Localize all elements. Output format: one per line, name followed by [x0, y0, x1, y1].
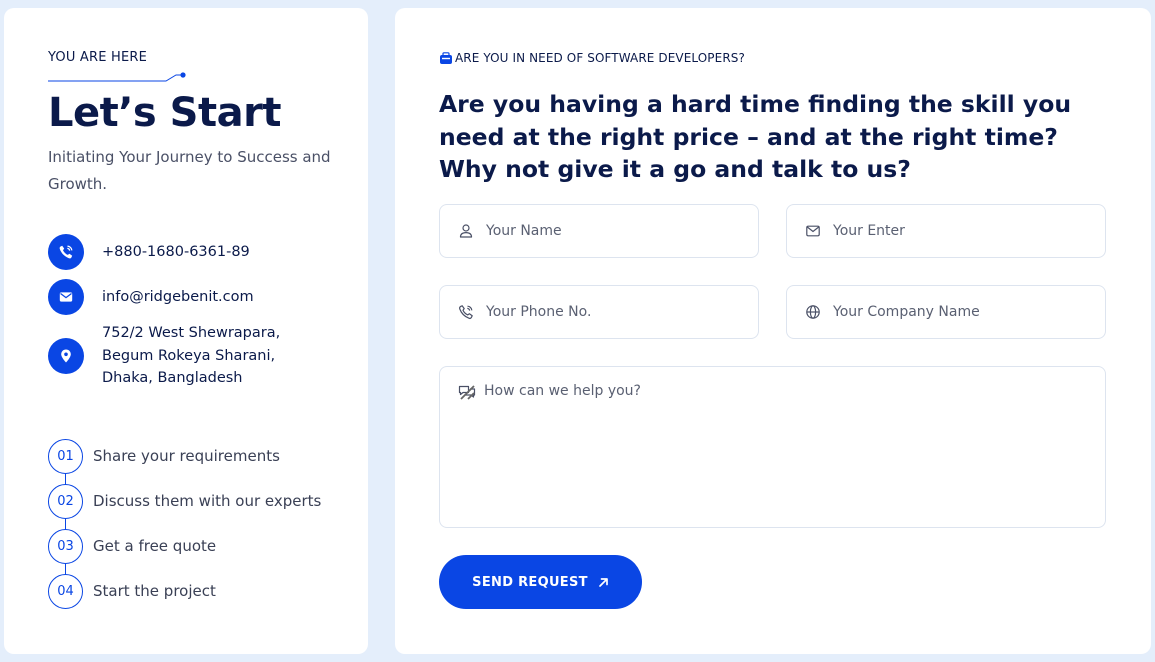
contact-email-text: info@ridgebenit.com [102, 288, 254, 305]
email-input[interactable] [833, 223, 1073, 239]
process-steps: 01 Share your requirements 02 Discuss th… [48, 438, 321, 618]
name-field[interactable] [439, 204, 759, 258]
section-tag-label: ARE YOU IN NEED OF SOFTWARE DEVELOPERS? [455, 51, 745, 65]
page-title: Let’s Start [48, 90, 281, 136]
contact-email[interactable]: info@ridgebenit.com [48, 279, 254, 315]
step-item: 01 Share your requirements [48, 438, 321, 474]
message-field[interactable] [439, 366, 1106, 528]
step-label: Discuss them with our experts [93, 492, 322, 510]
email-field[interactable] [786, 204, 1106, 258]
step-item: 02 Discuss them with our experts [48, 483, 321, 519]
page-subtitle: Initiating Your Journey to Success and G… [48, 148, 331, 193]
section-tag: ARE YOU IN NEED OF SOFTWARE DEVELOPERS? [439, 51, 745, 65]
contact-phone[interactable]: +880-1680-6361-89 [48, 234, 250, 270]
mail-icon [48, 279, 84, 315]
breadcrumb: YOU ARE HERE [48, 50, 186, 82]
name-input[interactable] [486, 223, 726, 239]
step-item: 03 Get a free quote [48, 528, 321, 564]
contact-address: 752/2 West Shewrapara, Begum Rokeya Shar… [48, 322, 280, 390]
breadcrumb-label: YOU ARE HERE [48, 50, 148, 65]
arrow-up-right-icon [598, 577, 608, 587]
user-icon [459, 224, 473, 238]
step-label: Start the project [93, 582, 216, 600]
globe-icon [806, 305, 820, 319]
phone-field[interactable] [439, 285, 759, 339]
step-number: 04 [48, 573, 83, 609]
contact-address-text: 752/2 West Shewrapara, Begum Rokeya Shar… [102, 325, 281, 386]
step-label: Get a free quote [93, 537, 217, 555]
phone-icon [48, 234, 84, 270]
resize-handle-icon[interactable] [458, 384, 476, 400]
phone-input[interactable] [486, 304, 726, 320]
phone-icon [459, 305, 473, 319]
message-textarea[interactable] [484, 383, 1094, 521]
step-item: 04 Start the project [48, 573, 321, 609]
envelope-icon [806, 225, 820, 237]
contact-form-panel: ARE YOU IN NEED OF SOFTWARE DEVELOPERS? … [395, 8, 1151, 654]
step-label: Share your requirements [93, 447, 280, 465]
company-field[interactable] [786, 285, 1106, 339]
step-number: 01 [48, 438, 83, 474]
contact-info-panel: YOU ARE HERE Let’s Start Initiating Your… [4, 8, 368, 654]
developer-icon [439, 51, 453, 65]
form-heading: Are you having a hard time finding the s… [439, 90, 1072, 183]
step-number: 03 [48, 528, 83, 564]
send-request-label: SEND REQUEST [472, 574, 588, 590]
breadcrumb-underline-icon [48, 72, 186, 82]
location-pin-icon [48, 337, 84, 374]
contact-phone-text: +880-1680-6361-89 [102, 243, 250, 260]
step-number: 02 [48, 483, 83, 519]
steps-connector [65, 458, 66, 588]
company-input[interactable] [833, 304, 1073, 320]
send-request-button[interactable]: SEND REQUEST [439, 555, 642, 609]
